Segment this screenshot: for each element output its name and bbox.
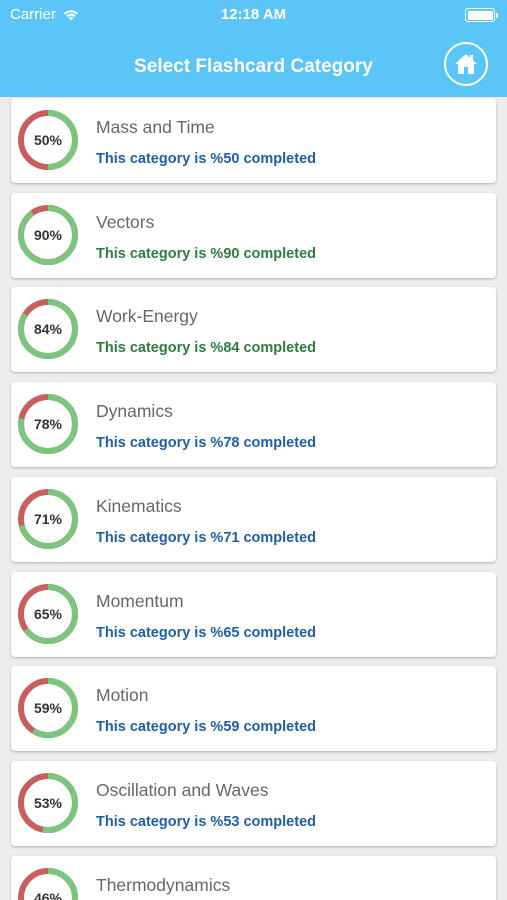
category-title: Motion <box>96 685 149 706</box>
category-card[interactable]: 59% Motion This category is %59 completed <box>11 666 496 752</box>
progress-percent-label: 90% <box>33 226 63 243</box>
category-card[interactable]: 78% Dynamics This category is %78 complete… <box>11 382 496 468</box>
progress-percent-label: 65% <box>33 605 63 622</box>
category-status: This category is %59 completed <box>96 719 316 736</box>
progress-ring: 71% <box>16 487 80 551</box>
status-bar: Carrier 12:18 AM <box>0 0 507 30</box>
category-card[interactable]: 50% Mass and Time This category is %50 com… <box>11 98 496 183</box>
progress-percent-label: 50% <box>33 132 63 148</box>
category-status: This category is %53 completed <box>96 813 316 830</box>
category-status: This category is %78 completed <box>96 435 316 452</box>
category-title: Dynamics <box>96 401 173 422</box>
category-title: Vectors <box>96 211 155 232</box>
category-status: This category is %90 completed <box>96 245 316 262</box>
category-title: Oscillation and Waves <box>96 779 269 800</box>
category-title: Mass and Time <box>96 117 215 137</box>
category-status: This category is %65 completed <box>96 624 316 641</box>
battery-icon <box>465 8 498 22</box>
category-status: This category is %84 completed <box>96 340 316 357</box>
category-card[interactable]: 65% Momentum This category is %65 complete… <box>11 571 496 657</box>
category-card[interactable]: 46%ThermodynamicsThis category is %46 co… <box>11 855 496 900</box>
progress-ring: 59% <box>16 676 80 740</box>
category-title: Work-Energy <box>96 306 198 327</box>
category-card[interactable]: 90% Vectors This category is %90 completed <box>11 192 496 278</box>
home-button[interactable] <box>444 42 488 86</box>
progress-ring: 46% <box>16 866 80 900</box>
page-title: Select Flashcard Category <box>134 56 373 77</box>
progress-percent-label: 78% <box>33 416 63 433</box>
progress-ring: 65% <box>16 582 80 646</box>
progress-ring: 84% <box>16 297 80 361</box>
category-card[interactable]: 84% Work-Energy This category is %84 compl… <box>11 287 496 373</box>
progress-percent-label: 59% <box>33 700 63 717</box>
progress-percent-label: 71% <box>33 510 63 527</box>
category-list[interactable]: 50% Mass and Time This category is %50 com… <box>0 97 507 900</box>
category-title: Thermodynamics <box>96 874 231 895</box>
category-card[interactable]: 53% Oscillation and Waves This category is… <box>11 760 496 846</box>
category-status: This category is %50 completed <box>96 151 316 167</box>
progress-ring: 90% <box>16 203 80 267</box>
progress-ring: 78% <box>16 392 80 456</box>
home-icon <box>455 54 477 74</box>
category-title: Momentum <box>96 590 184 611</box>
category-status: This category is %71 completed <box>96 529 316 546</box>
progress-percent-label: 84% <box>33 321 63 338</box>
progress-percent-label: 46% <box>33 889 63 900</box>
progress-ring: 53% <box>16 771 80 835</box>
category-card[interactable]: 71% Kinematics This category is %71 comple… <box>11 476 496 562</box>
clock: 12:18 AM <box>220 6 287 23</box>
progress-percent-label: 53% <box>33 794 63 811</box>
app-header: Carrier 12:18 AM Select Flashcard Catego… <box>0 0 507 97</box>
category-title: Kinematics <box>96 495 182 516</box>
progress-ring: 50% <box>16 108 80 172</box>
